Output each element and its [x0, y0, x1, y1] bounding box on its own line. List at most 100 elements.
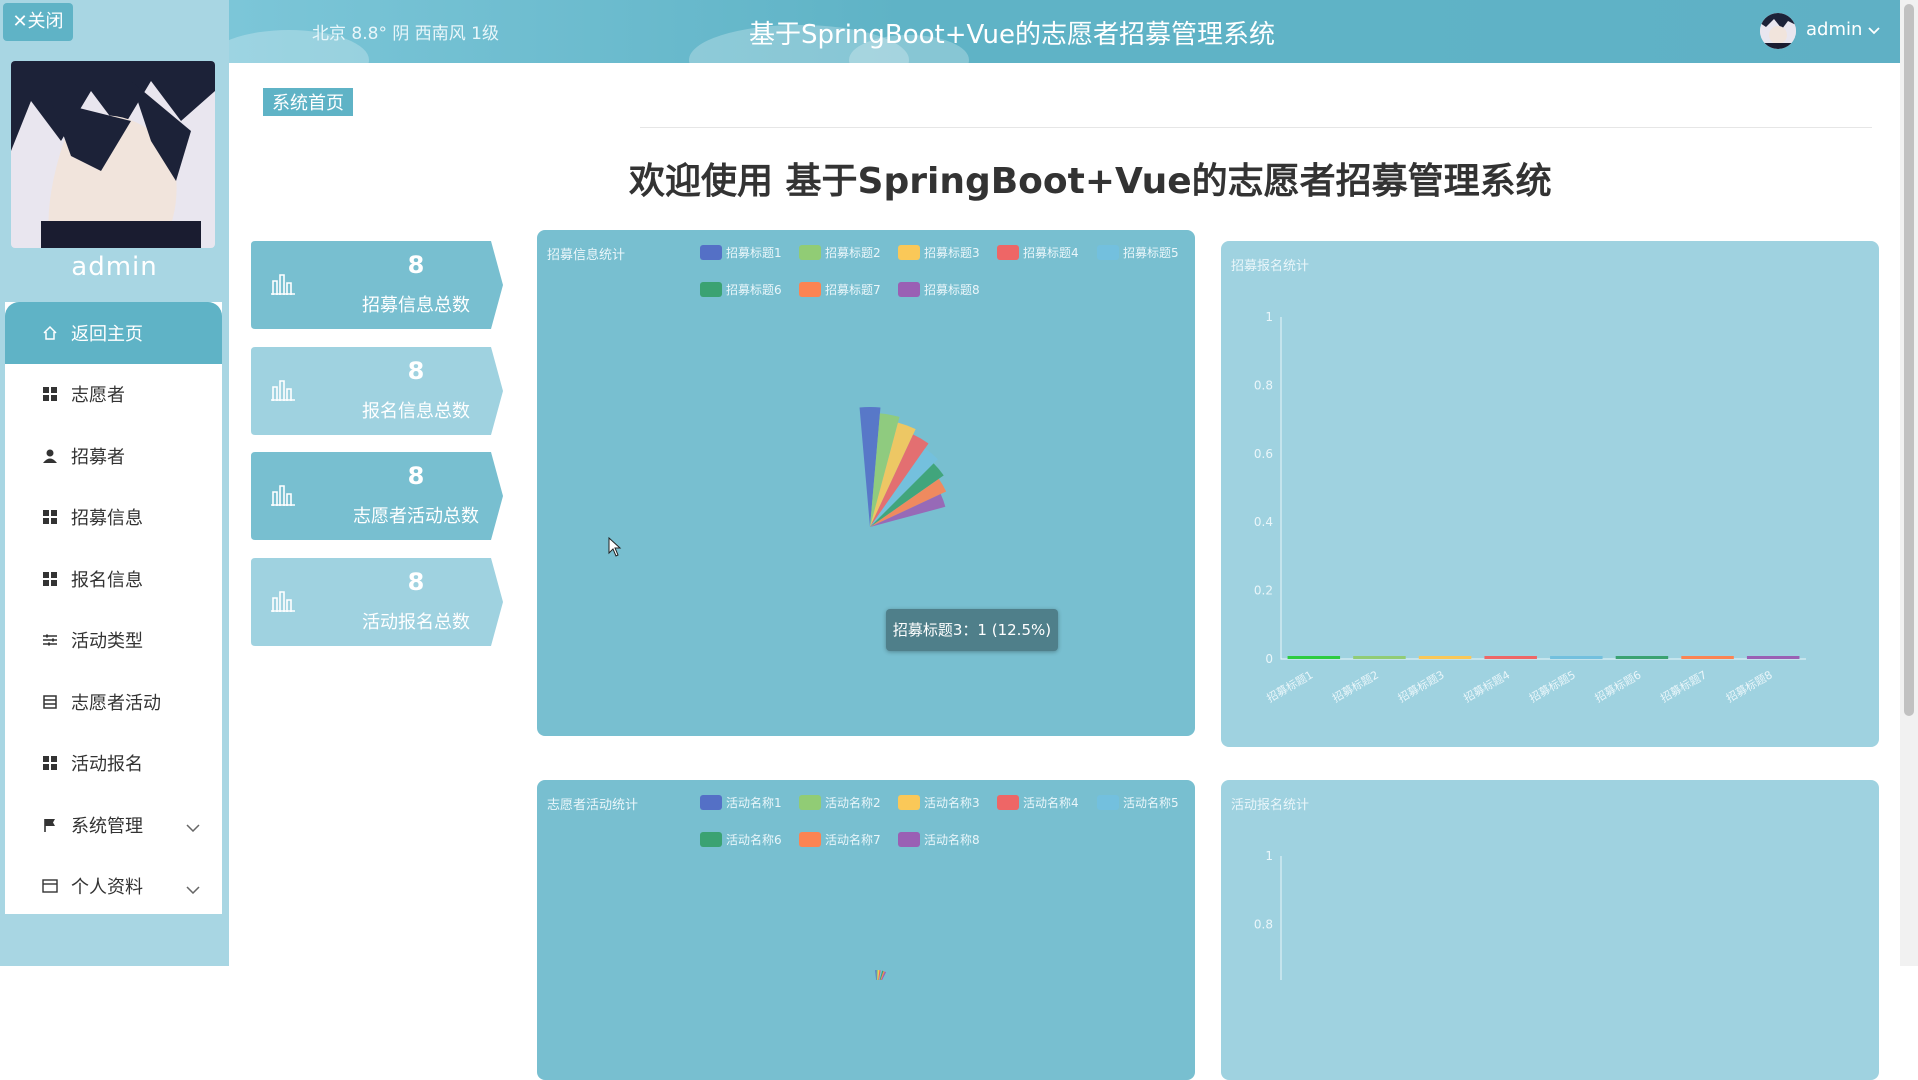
pie-chart — [875, 969, 887, 980]
stat-card-activity: 8 志愿者活动总数 — [251, 452, 503, 540]
flag-icon — [41, 816, 59, 834]
chevron-down-icon — [186, 816, 200, 837]
chart-tooltip: 招募标题3：1 (12.5%) — [886, 609, 1058, 651]
stat-label: 招募信息总数 — [362, 295, 470, 316]
pie-chart — [859, 407, 947, 527]
bar-chart-icon — [271, 590, 295, 616]
bar[interactable] — [1418, 656, 1472, 659]
top-header: 北京 8.8° 阴 西南风 1级 基于SpringBoot+Vue的志愿者招募管… — [229, 0, 1900, 63]
sidebar-item-label: 报名信息 — [71, 569, 143, 591]
header-avatar[interactable] — [1760, 13, 1796, 49]
y-tick-label: 0.2 — [1254, 584, 1273, 598]
bar[interactable] — [1353, 656, 1406, 659]
stat-label: 志愿者活动总数 — [353, 506, 479, 527]
stat-value: 8 — [407, 462, 425, 490]
card-icon — [41, 877, 59, 895]
stat-card-signup: 8 报名信息总数 — [251, 347, 503, 435]
y-tick-label: 0.6 — [1254, 447, 1273, 461]
stat-card-activity-signup: 8 活动报名总数 — [251, 558, 503, 646]
x-tick-label: 招募标题1 — [1264, 667, 1315, 705]
sidebar-item-label: 系统管理 — [71, 815, 143, 837]
stat-label: 活动报名总数 — [362, 612, 470, 633]
bar[interactable] — [1287, 656, 1341, 659]
sidebar-item-label: 返回主页 — [71, 323, 143, 345]
page-title: 欢迎使用 基于SpringBoot+Vue的志愿者招募管理系统 — [629, 161, 1552, 202]
bar-chart-icon — [271, 273, 295, 299]
x-tick-label: 招募标题8 — [1724, 667, 1775, 705]
x-tick-label: 招募标题5 — [1527, 667, 1578, 705]
close-button[interactable]: ✕关闭 — [3, 3, 73, 41]
sidebar: ✕关闭 admin 返回主页 志愿者 招募者 招募信息 报名信息 活动类型 志愿… — [0, 0, 229, 966]
sidebar-item-label: 招募信息 — [71, 508, 143, 530]
sidebar-username: admin — [71, 252, 158, 282]
breadcrumb[interactable]: 系统首页 — [263, 88, 353, 116]
grid-icon — [41, 754, 59, 772]
sidebar-item-label: 志愿者 — [71, 385, 125, 407]
sidebar-item-label: 个人资料 — [71, 877, 143, 899]
x-tick-label: 招募标题6 — [1592, 667, 1643, 705]
bar-chart: 10.8 — [1254, 849, 1282, 980]
sidebar-item-activity-type[interactable]: 活动类型 — [5, 610, 222, 672]
sidebar-item-recruit-info[interactable]: 招募信息 — [5, 487, 222, 549]
home-icon — [41, 324, 59, 342]
x-tick-label: 招募标题3 — [1395, 667, 1446, 705]
chart-axis — [1280, 317, 1806, 660]
y-tick-label: 0.8 — [1254, 917, 1273, 931]
sidebar-item-home[interactable]: 返回主页 — [5, 302, 222, 364]
x-tick-label: 招募标题7 — [1658, 667, 1709, 705]
bar[interactable] — [1484, 656, 1537, 659]
chart-activity-signup: 活动报名统计 1 0.8 — [1221, 780, 1879, 1080]
y-tick-label: 1 — [1265, 849, 1273, 863]
stat-value: 8 — [407, 357, 425, 385]
grid-icon — [41, 508, 59, 526]
header-username: admin — [1806, 19, 1863, 40]
chevron-down-icon — [1868, 19, 1880, 40]
sidebar-item-recruiter[interactable]: 招募者 — [5, 425, 222, 487]
bar-chart: 0 0.2 0.4 0.6 0.8 1 招募标题1 招募标题2 招募标题3 招募标题4 招募标题5 招… — [1254, 310, 1806, 705]
sliders-icon — [41, 631, 59, 649]
divider — [640, 127, 1872, 128]
sidebar-item-system[interactable]: 系统管理 — [5, 794, 222, 856]
sidebar-item-volunteer[interactable]: 志愿者 — [5, 364, 222, 426]
chart-recruit-signup: 招募报名统计 0 0.2 0.4 0.6 0.8 1 招募标题1 招募标题2 招募标题3 招募标题… — [1221, 241, 1879, 747]
sidebar-menu: 返回主页 志愿者 招募者 招募信息 报名信息 活动类型 志愿者活动 活动报名 系… — [5, 302, 222, 914]
stat-label: 报名信息总数 — [362, 401, 470, 422]
list-icon — [41, 693, 59, 711]
sidebar-item-signup-info[interactable]: 报名信息 — [5, 548, 222, 610]
sidebar-item-label: 活动类型 — [71, 631, 143, 653]
stat-value: 8 — [407, 251, 425, 279]
sidebar-item-volunteer-activity[interactable]: 志愿者活动 — [5, 671, 222, 733]
bar[interactable] — [1746, 656, 1800, 659]
user-menu[interactable]: admin — [1806, 19, 1880, 40]
user-icon — [41, 447, 59, 465]
scrollbar[interactable] — [1900, 0, 1918, 966]
grid-icon — [41, 570, 59, 588]
mouse-cursor — [608, 536, 622, 561]
sidebar-item-profile[interactable]: 个人资料 — [5, 856, 222, 918]
sidebar-item-activity-signup[interactable]: 活动报名 — [5, 733, 222, 795]
avatar — [11, 61, 215, 248]
stat-value: 8 — [407, 568, 425, 596]
weather-info: 北京 8.8° 阴 西南风 1级 — [312, 24, 499, 44]
scrollbar-thumb[interactable] — [1904, 4, 1914, 716]
bar[interactable] — [1681, 656, 1734, 659]
sidebar-item-label: 活动报名 — [71, 754, 143, 776]
system-title: 基于SpringBoot+Vue的志愿者招募管理系统 — [749, 20, 1276, 50]
stat-card-recruit: 8 招募信息总数 — [251, 241, 503, 329]
y-tick-label: 0 — [1265, 652, 1273, 666]
sidebar-item-label: 招募者 — [71, 446, 125, 468]
chart-volunteer-activity: 志愿者活动统计 活动名称1 活动名称2 活动名称3 活动名称4 活动名称5 活动名称6 活动… — [537, 780, 1195, 1080]
bar[interactable] — [1550, 656, 1603, 659]
y-tick-label: 0.8 — [1254, 378, 1273, 392]
chevron-down-icon — [186, 878, 200, 899]
bar-chart-icon — [271, 379, 295, 405]
sidebar-item-label: 志愿者活动 — [71, 692, 161, 714]
y-tick-label: 1 — [1265, 310, 1273, 324]
chart-recruit-info: 招募信息统计 招募标题1 招募标题2 招募标题3 招募标题4 招募标题5 招募标题6 招募标… — [537, 230, 1195, 736]
y-tick-label: 0.4 — [1254, 515, 1273, 529]
x-tick-label: 招募标题2 — [1330, 667, 1381, 705]
bar[interactable] — [1615, 656, 1669, 659]
x-tick-label: 招募标题4 — [1461, 667, 1512, 705]
bar-chart-icon — [271, 484, 295, 510]
grid-icon — [41, 385, 59, 403]
